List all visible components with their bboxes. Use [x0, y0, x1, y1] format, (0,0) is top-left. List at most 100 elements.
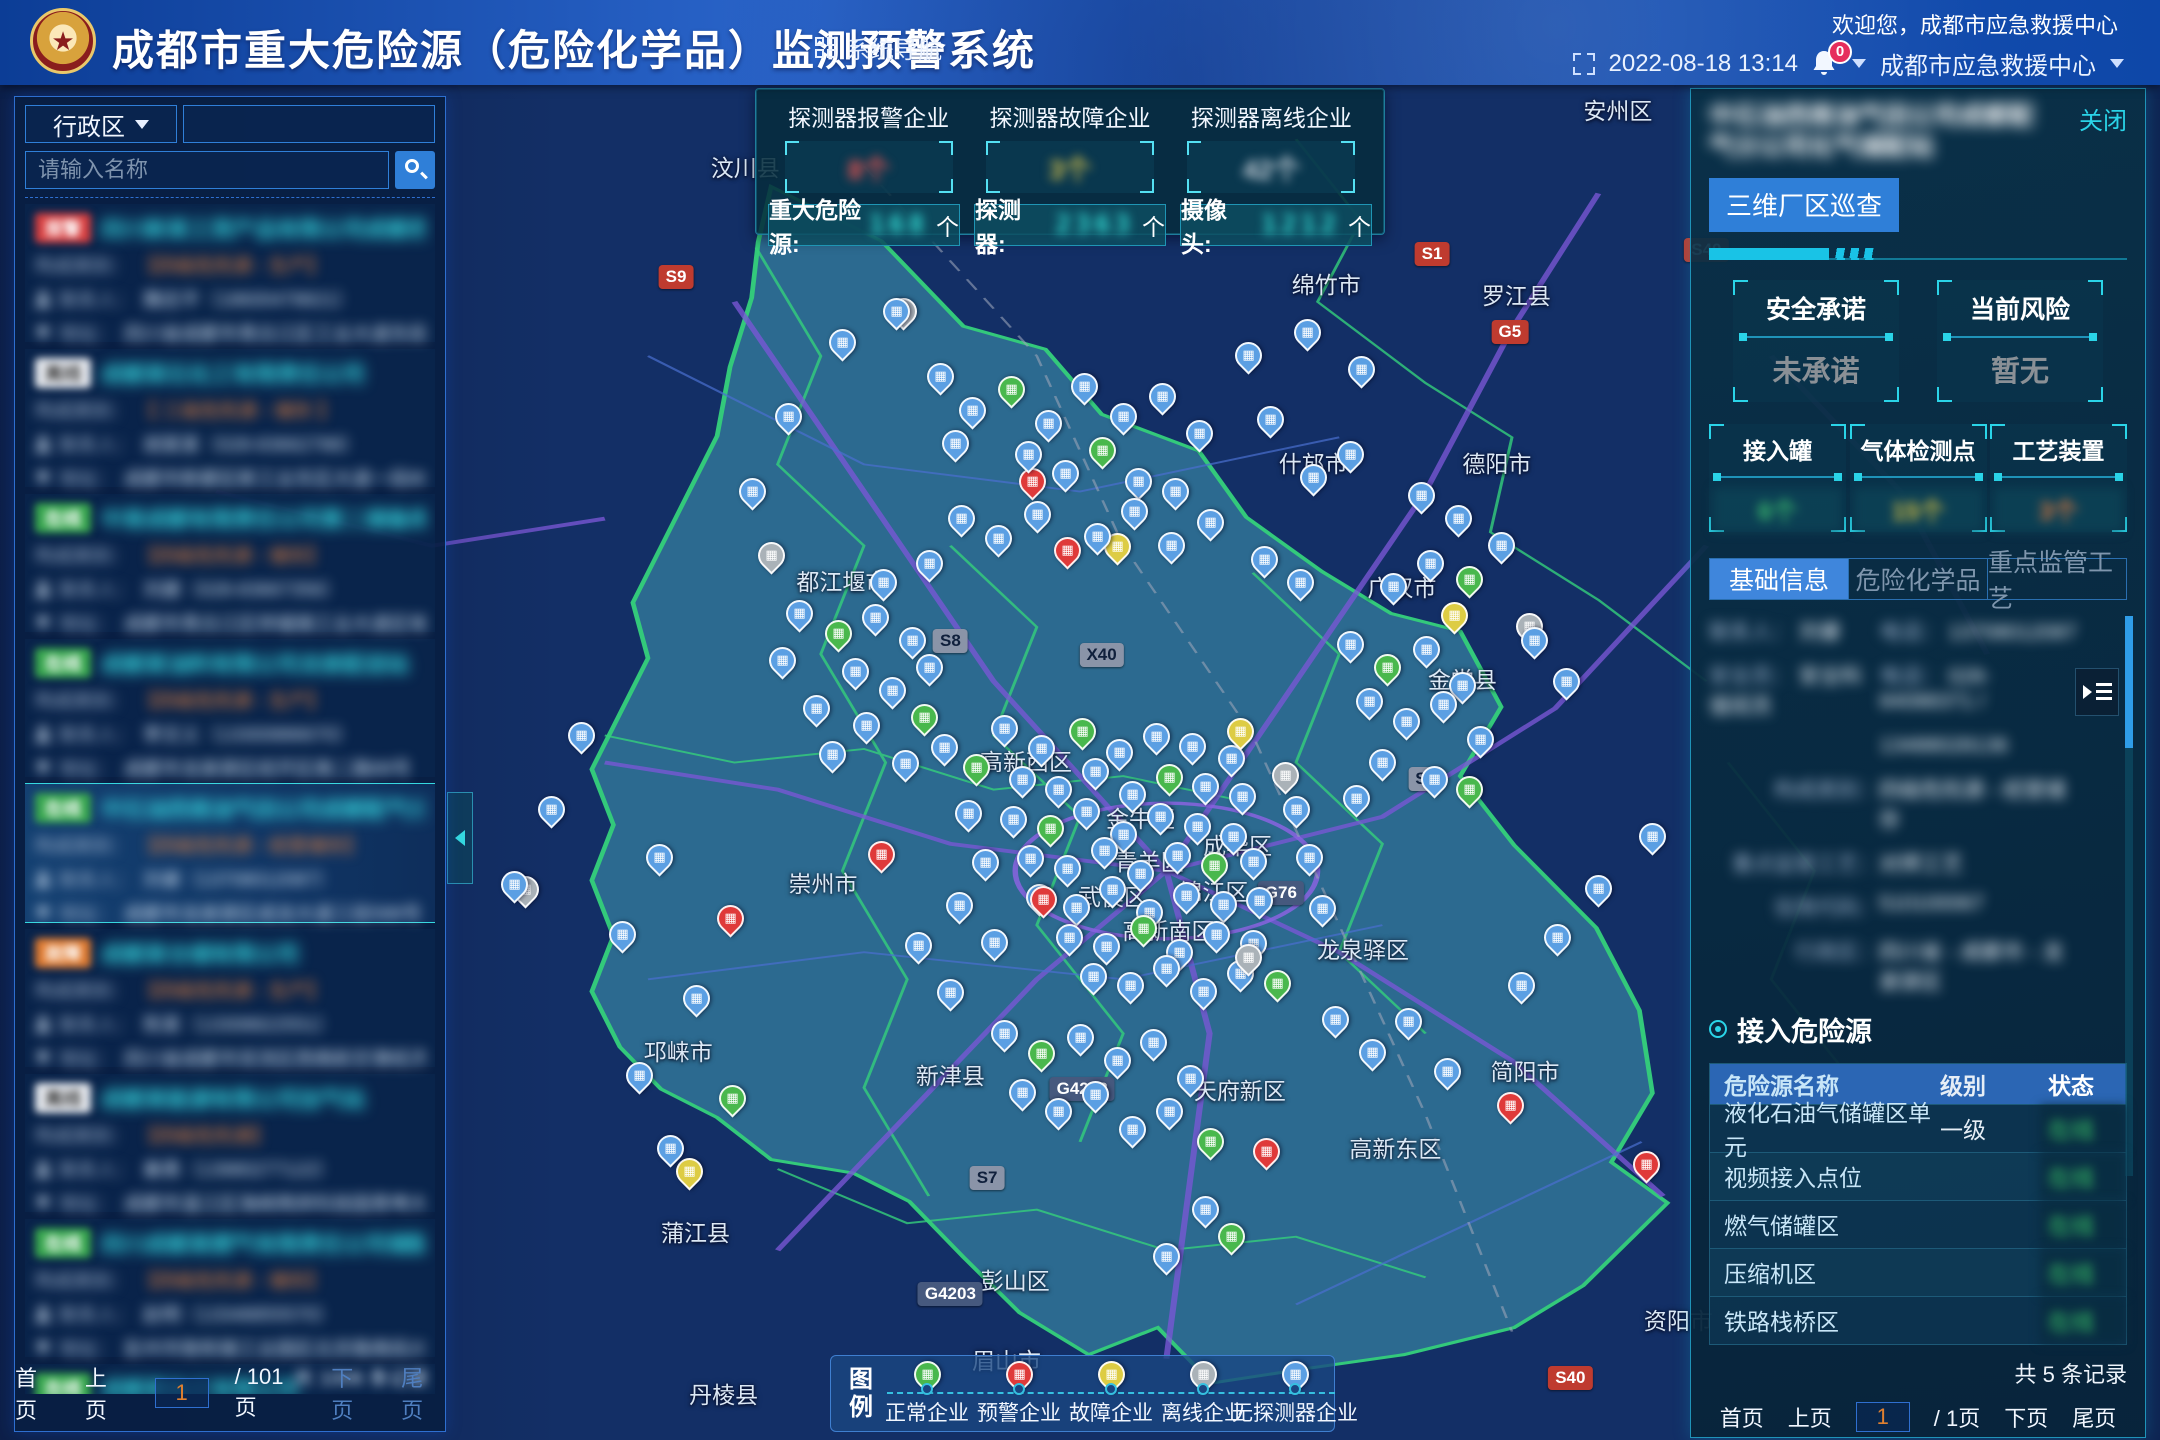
- page-last-button[interactable]: 尾页: [2072, 1401, 2116, 1433]
- hazard-section-title: 接入危险源: [1737, 1010, 1872, 1049]
- address-label: 地址：: [59, 899, 116, 926]
- device-stat-value: 6个: [1713, 488, 1842, 532]
- page-number-input[interactable]: 1: [155, 1378, 209, 1408]
- scrollbar-track[interactable]: [2125, 616, 2133, 1176]
- counter-label: 摄像头:: [1181, 191, 1253, 259]
- building-icon: ▦: [907, 934, 930, 957]
- building-icon: ▦: [1132, 917, 1155, 940]
- map-legend-item[interactable]: ▦ 故障企业: [1065, 1361, 1157, 1427]
- overview-stats-panel: 探测器报警企业 8个 探测器故障企业 3个 探测器离线企业 42个: [755, 88, 1385, 235]
- building-icon: ▦: [1192, 980, 1215, 1003]
- map-legend-item[interactable]: ▦ 无探测器企业: [1249, 1361, 1341, 1427]
- company-list-item[interactable]: 故障 成都某仓储有限公司 构成类别： 【四级危险源 - 生产】 联系人： 陈某（…: [25, 929, 435, 1067]
- hazard-table-row[interactable]: 燃气储罐区 在线: [1710, 1200, 2126, 1248]
- company-list-item[interactable]: 在线 中石油西南油气田公司成都配气分公司化气储配站 构成类别： 【四级危险源 -…: [25, 784, 435, 922]
- building-icon: ▦: [1324, 1008, 1347, 1031]
- road-number-badge: S7: [970, 1166, 1005, 1190]
- divider: [1741, 336, 1891, 338]
- map-place-label: 罗江县: [1482, 277, 1551, 311]
- road-number-badge: G5: [1491, 320, 1528, 344]
- filter-row: 行政区: [25, 105, 435, 143]
- page-prev-button[interactable]: 上页: [85, 1361, 129, 1425]
- company-list-item[interactable]: 在线 成都某油料有限公司龙泉配送站 构成类别： 【四级危险源 - 生产】 联系人…: [25, 639, 435, 777]
- building-icon: ▦: [831, 331, 854, 354]
- contact-value: 刘建（028-83667356）: [143, 575, 342, 602]
- building-icon: ▦: [1086, 525, 1109, 548]
- sidebar-collapse-handle[interactable]: [447, 792, 473, 884]
- hazard-table-row[interactable]: 铁路栈桥区 在线: [1710, 1296, 2126, 1344]
- district-value-field[interactable]: [183, 105, 435, 143]
- device-stat-box: 工艺装置 3个: [1990, 424, 2127, 532]
- building-icon: ▦: [1069, 1026, 1092, 1049]
- company-list-item[interactable]: 报警 四川新某工贸产品有限公司成都危化品仓储中心 构成类别： 【四级危险源 - …: [25, 204, 435, 342]
- chevron-down-icon[interactable]: [2110, 59, 2124, 68]
- system-nav-button[interactable]: 系统导航: [815, 30, 942, 65]
- hazard-table-row[interactable]: 液化石油气储罐区单元 一级 在线: [1710, 1104, 2126, 1152]
- building-icon: ▦: [1237, 946, 1260, 969]
- map-legend-item[interactable]: ▦ 预警企业: [973, 1361, 1065, 1427]
- page-first-button[interactable]: 首页: [1720, 1401, 1764, 1433]
- building-icon: ▦: [948, 894, 971, 917]
- hazard-table-row[interactable]: 视频接入点位 在线: [1710, 1152, 2126, 1200]
- notification-bell-button[interactable]: 0: [1812, 50, 1838, 78]
- location-icon: [35, 470, 51, 486]
- app-logo-emblem: ★: [30, 8, 96, 74]
- legend-node-icon: [1197, 1383, 1209, 1395]
- info-label: 联系人：: [1709, 621, 1793, 644]
- hazard-status: 在线: [2040, 1105, 2126, 1152]
- org-account-dropdown[interactable]: 成都市应急救援中心: [1880, 46, 2096, 81]
- building-icon: ▦: [1108, 741, 1131, 764]
- chevron-down-icon[interactable]: [1852, 59, 1866, 68]
- address-value: 成都市青白江区祥福镇工业大道区域99号: [124, 609, 425, 636]
- stat-card: 探测器离线企业 42个: [1171, 97, 1372, 193]
- detail-tab[interactable]: 重点监管工艺: [1988, 559, 2126, 599]
- detail-tab[interactable]: 危险化学品: [1849, 559, 1988, 599]
- building-icon: ▦: [1274, 764, 1297, 787]
- category-value: 【四级危险源 - 生产】: [138, 251, 326, 278]
- building-icon: ▦: [894, 752, 917, 775]
- hazard-record-summary: 共 5 条记录: [1709, 1357, 2127, 1389]
- page-last-button[interactable]: 尾页: [401, 1361, 445, 1425]
- counter-unit: 个: [936, 208, 959, 242]
- page-prev-button[interactable]: 上页: [1788, 1401, 1832, 1433]
- page-number-input[interactable]: 1: [1856, 1402, 1910, 1432]
- detail-tab[interactable]: 基础信息: [1710, 559, 1849, 599]
- contact-label: 联系人：: [59, 1010, 135, 1037]
- building-icon: ▦: [1350, 358, 1373, 381]
- page-next-button[interactable]: 下页: [331, 1361, 375, 1425]
- search-input[interactable]: [25, 151, 389, 189]
- map-legend-label: 故障企业: [1069, 1397, 1153, 1427]
- building-icon: ▦: [1084, 760, 1107, 783]
- building-icon: ▦: [1296, 321, 1319, 344]
- building-icon: ▦: [1164, 480, 1187, 503]
- hazard-table-row[interactable]: 压缩机区 在线: [1710, 1248, 2126, 1296]
- road-number-badge: S40: [1548, 1366, 1592, 1390]
- plant-3d-tour-button[interactable]: 三维厂区巡查: [1709, 178, 1899, 232]
- legend-node-icon: [1289, 1383, 1301, 1395]
- close-button[interactable]: 关闭: [2079, 101, 2127, 136]
- scrollbar-thumb[interactable]: [2125, 616, 2133, 748]
- page-next-button[interactable]: 下页: [2004, 1401, 2048, 1433]
- company-list-item[interactable]: 在线 四川成都某燃气有限责任公司储配站 构成类别： 【四级危险源 - 储存】 联…: [25, 1219, 435, 1357]
- company-list-item[interactable]: 离线 成都某能源有限公司加气站 构成类别： 【四级危险源】 联系人： 秦勇（13…: [25, 1074, 435, 1212]
- building-icon: ▦: [1345, 787, 1368, 810]
- category-value: 【四级危险源 - 生产】: [138, 976, 326, 1003]
- panel-collapse-button[interactable]: [2075, 668, 2119, 716]
- contact-value: 赵明（13348855570）: [143, 1300, 335, 1327]
- building-icon: ▦: [1011, 768, 1034, 791]
- building-icon: ▦: [1181, 735, 1204, 758]
- fullscreen-icon[interactable]: [1573, 53, 1595, 75]
- company-list-item[interactable]: 离线 成都某石化工有限责任公司 构成类别： 【 三级危险源 - 储存 】 联系人…: [25, 349, 435, 487]
- building-icon: ▦: [1523, 629, 1546, 652]
- page-first-button[interactable]: 首页: [15, 1361, 59, 1425]
- grid-menu-icon: [815, 37, 836, 58]
- person-icon: [35, 291, 51, 307]
- building-icon: ▦: [1123, 500, 1146, 523]
- search-button[interactable]: [395, 151, 435, 189]
- contact-label: 联系人：: [59, 720, 135, 747]
- district-filter-dropdown[interactable]: 行政区: [25, 105, 177, 143]
- company-list-item[interactable]: 在线 中某成都有限责任公司第二储备库 构成类别： 【四级危险源 - 储存】 联系…: [25, 494, 435, 632]
- building-icon: ▦: [1093, 839, 1116, 862]
- building-icon: ▦: [1546, 926, 1569, 949]
- map-legend-item[interactable]: ▦ 正常企业: [881, 1361, 973, 1427]
